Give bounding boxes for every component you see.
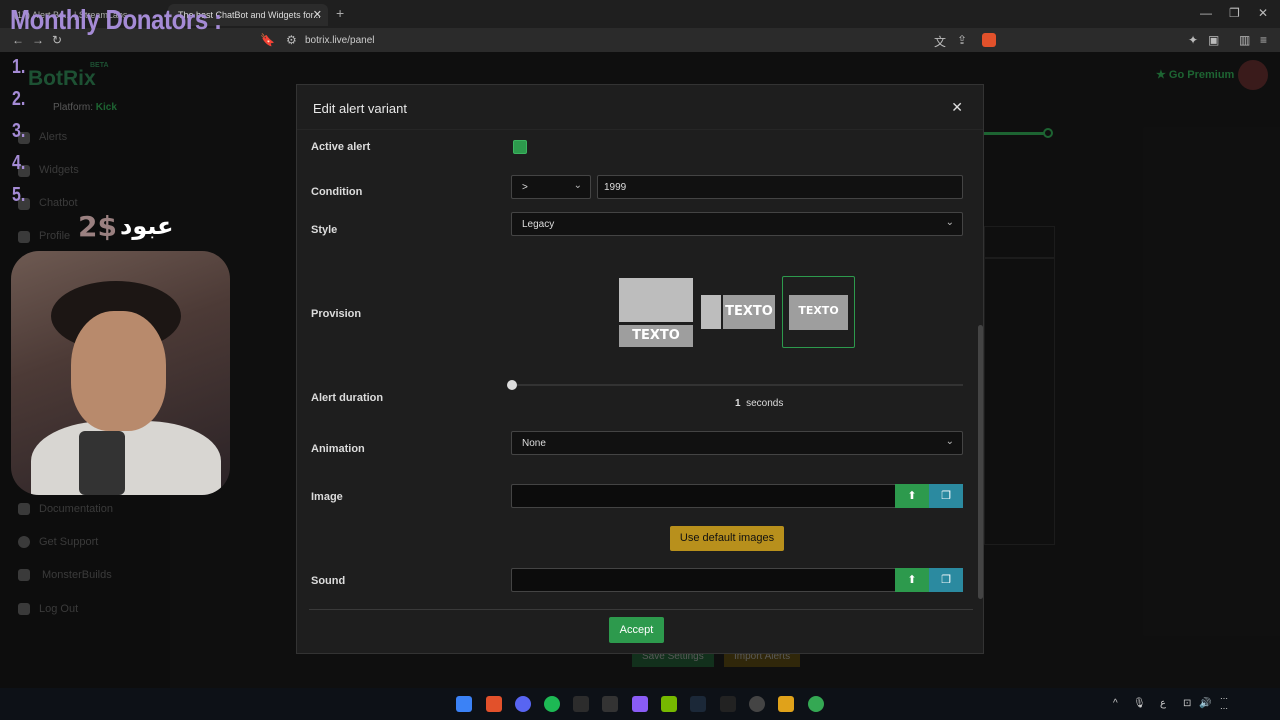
duration-value: 1: [735, 398, 741, 409]
nvidia-icon[interactable]: [661, 696, 677, 712]
provision-option-text-over-image[interactable]: TEXTO: [782, 276, 855, 348]
image-placeholder-icon: [619, 278, 693, 322]
condition-operator-value: >: [522, 182, 528, 193]
style-select[interactable]: Legacy ⌄: [511, 212, 963, 236]
discord-icon[interactable]: [515, 696, 531, 712]
brave-icon[interactable]: [486, 696, 502, 712]
screen: (17) Alert Bo... | StreamLabs The best C…: [0, 0, 1280, 720]
donators-title: Monthly Donators :: [10, 4, 222, 35]
brave-shield-icon[interactable]: [982, 33, 996, 47]
obs-icon[interactable]: [749, 696, 765, 712]
condition-operator-select[interactable]: > ⌄: [511, 175, 591, 199]
bookmark-icon[interactable]: 🔖: [260, 33, 275, 47]
close-icon[interactable]: ✕: [951, 99, 963, 116]
minimize-icon[interactable]: —: [1200, 6, 1212, 20]
provision-text-sample: TEXTO: [619, 325, 693, 347]
edit-alert-modal: Edit alert variant ✕ Active alert Condit…: [296, 84, 984, 654]
active-alert-checkbox[interactable]: [513, 140, 527, 154]
plus-icon[interactable]: +: [336, 5, 344, 21]
provision-text-sample: TEXTO: [723, 295, 775, 329]
upload-icon[interactable]: ⬆: [895, 568, 929, 592]
maximize-icon[interactable]: ❐: [1229, 6, 1240, 20]
volume-icon[interactable]: 🔊: [1199, 698, 1211, 709]
network-icon[interactable]: ⊡: [1183, 698, 1191, 709]
wallet-icon[interactable]: ▣: [1208, 33, 1219, 47]
close-window-icon[interactable]: ✕: [1258, 6, 1268, 20]
style-label: Style: [311, 224, 338, 236]
rank-2: 2.: [12, 88, 26, 110]
epic-games-icon[interactable]: [720, 696, 736, 712]
chevron-down-icon: ⌄: [945, 436, 954, 447]
url-field[interactable]: botrix.live/panel: [305, 35, 374, 46]
animation-value: None: [522, 438, 546, 449]
microphone-icon[interactable]: 🎙: [1133, 698, 1146, 709]
provision-option-image-beside-text[interactable]: TEXTO: [701, 276, 775, 348]
chevron-up-icon[interactable]: ^: [1113, 698, 1118, 709]
sound-path-input[interactable]: [511, 568, 897, 592]
webcam-feed: [11, 251, 230, 495]
library-icon[interactable]: ❐: [929, 568, 963, 592]
spotify-icon[interactable]: [544, 696, 560, 712]
webcam-microphone: [79, 431, 125, 495]
image-label: Image: [311, 491, 343, 503]
logitech-icon[interactable]: [602, 696, 618, 712]
provision-text-sample: TEXTO: [798, 304, 839, 317]
footer-divider: [309, 609, 973, 610]
clock[interactable]: ⋯ ⋯: [1220, 694, 1228, 714]
accept-button[interactable]: Accept: [609, 617, 664, 643]
chevron-down-icon: ⌄: [573, 180, 582, 191]
start-icon[interactable]: [456, 696, 472, 712]
style-value: Legacy: [522, 219, 555, 230]
rank-5: 5.: [12, 184, 26, 206]
file-explorer-icon[interactable]: [778, 696, 794, 712]
active-alert-label: Active alert: [311, 141, 371, 153]
chrome-icon[interactable]: [808, 696, 824, 712]
duration-unit: seconds: [746, 398, 784, 409]
duration-slider-track[interactable]: [511, 384, 963, 386]
duration-slider-thumb[interactable]: [507, 380, 517, 390]
language-indicator-icon[interactable]: ع: [1160, 698, 1166, 709]
upload-icon[interactable]: ⬆: [895, 484, 929, 508]
header-divider: [297, 129, 983, 130]
close-tab-icon[interactable]: ✕: [313, 8, 322, 21]
rank-3: 3.: [12, 120, 26, 142]
condition-label: Condition: [311, 186, 363, 198]
webcam-face: [71, 311, 166, 431]
webcam-body: [31, 421, 221, 495]
duration-readout: 1 seconds: [735, 398, 783, 409]
animation-select[interactable]: None ⌄: [511, 431, 963, 455]
sidebar-toggle-icon[interactable]: ▥: [1239, 33, 1250, 47]
condition-value-input[interactable]: 1999: [597, 175, 963, 199]
windows-taskbar: ^ 🎙 ع ⊡ 🔊 ⋯ ⋯: [0, 688, 1280, 720]
modal-title: Edit alert variant: [313, 101, 407, 116]
extensions-icon[interactable]: ✦: [1188, 33, 1198, 47]
image-placeholder-icon: [701, 295, 721, 329]
rank-1: 1.: [12, 56, 26, 78]
sound-label: Sound: [311, 575, 346, 587]
site-info-icon[interactable]: ⚙: [286, 33, 297, 47]
translate-icon[interactable]: 文: [934, 33, 946, 50]
library-icon[interactable]: ❐: [929, 484, 963, 508]
provision-label: Provision: [311, 308, 362, 320]
steam-icon[interactable]: [690, 696, 706, 712]
menu-icon[interactable]: ≡: [1260, 33, 1267, 47]
rank-4: 4.: [12, 152, 26, 174]
chevron-down-icon: ⌄: [945, 217, 954, 228]
app-icon[interactable]: [632, 696, 648, 712]
terminal-icon[interactable]: [573, 696, 589, 712]
image-path-input[interactable]: [511, 484, 897, 508]
share-icon[interactable]: ⇪: [957, 33, 967, 47]
alert-duration-label: Alert duration: [311, 392, 384, 404]
donor-amount: 2$: [78, 210, 117, 243]
donor-name: عبود: [120, 212, 174, 240]
modal-scrollbar[interactable]: [978, 325, 983, 599]
use-default-images-button[interactable]: Use default images: [670, 526, 784, 551]
provision-option-image-above-text[interactable]: TEXTO: [619, 276, 693, 348]
animation-label: Animation: [311, 443, 365, 455]
